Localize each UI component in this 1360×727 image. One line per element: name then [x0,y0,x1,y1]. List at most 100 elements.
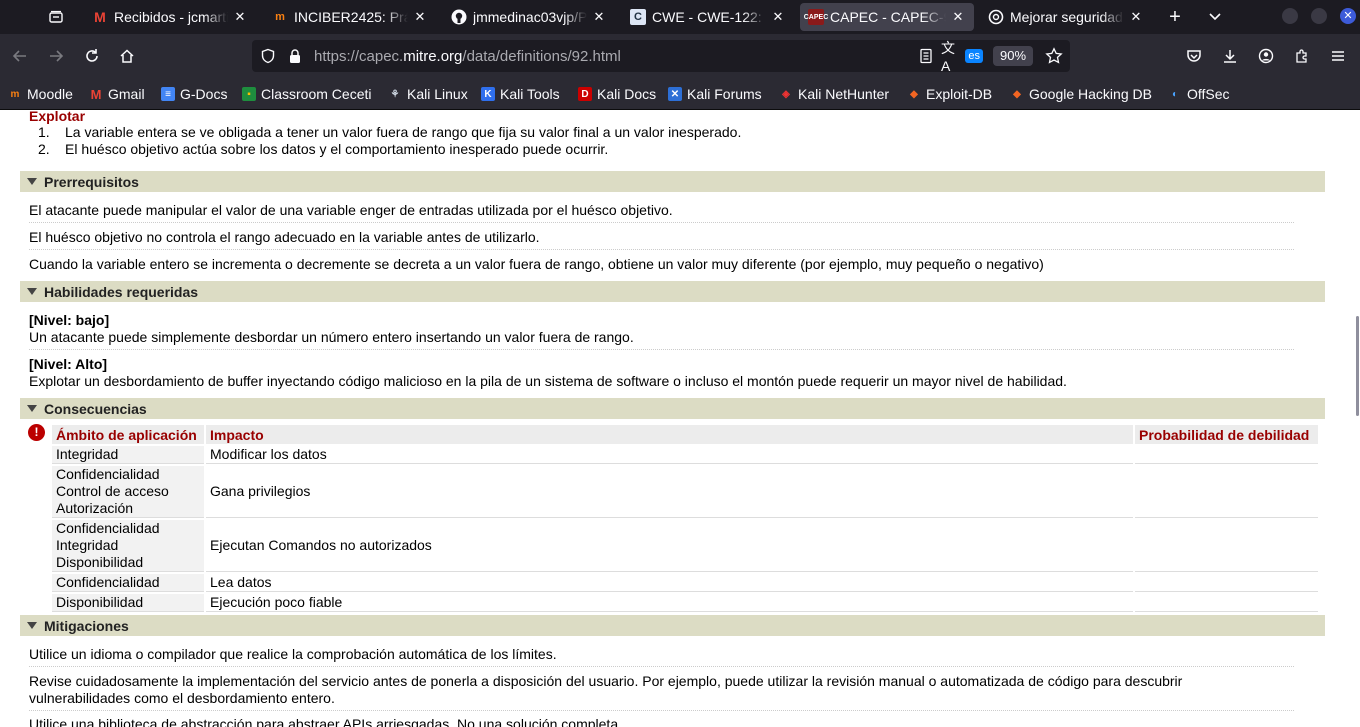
close-tab-icon[interactable]: ✕ [950,9,966,25]
cwe-icon: C [630,9,646,25]
scope-value: Integridad [56,537,119,553]
section-mitigaciones-header[interactable]: Mitigaciones [20,615,1325,636]
back-icon[interactable] [8,44,32,68]
impact-cell: Lea datos [206,574,1133,592]
bookmark-label: Moodle [27,86,73,102]
google-docs-icon: ≡ [161,87,175,101]
tab-inciber[interactable]: m INCIBER2425: Prác ✕ [264,3,436,31]
impact-cell: Ejecutan Comandos no autorizados [206,520,1133,572]
skill-description: Explotar un desbordamiento de buffer iny… [29,373,1067,389]
prerequisite-item: El atacante puede manipular el valor de … [29,202,673,218]
url-text[interactable]: https://capec.mitre.org/data/definitions… [314,48,621,65]
step-text: La variable entera se ve obligada a tene… [65,124,742,140]
scope-value: Integridad [56,446,119,462]
tab-chatgpt[interactable]: Mejorar seguridad ✕ [980,3,1152,31]
impact-cell: Ejecución poco fiable [206,594,1133,612]
close-window-icon[interactable]: ✕ [1340,8,1356,24]
step-number: 1. [38,124,50,140]
step-number: 2. [38,141,50,157]
forward-icon[interactable] [44,44,68,68]
list-all-tabs-icon[interactable] [1202,5,1228,29]
minimize-window-icon[interactable] [1282,8,1298,24]
github-icon [451,9,467,25]
step-text: El huésco objetivo actúa sobre los datos… [65,141,609,157]
moodle-icon: m [10,88,20,100]
bookmark-kali-docs[interactable]: D Kali Docs [578,86,656,102]
capec-icon: CAPEC [804,9,828,25]
pocket-icon[interactable] [1182,44,1206,68]
account-icon[interactable] [1254,44,1278,68]
maximize-window-icon[interactable] [1311,8,1327,24]
likelihood-cell [1135,446,1318,464]
bookmark-label: Exploit-DB [926,86,993,102]
collapse-arrow-icon [27,178,37,185]
bookmark-moodle[interactable]: m Moodle [8,86,73,102]
extensions-icon[interactable] [1290,44,1314,68]
divider [29,666,1294,667]
section-prerrequisitos-header[interactable]: Prerrequisitos [20,171,1325,192]
bookmark-gmail[interactable]: M Gmail [89,86,145,102]
divider [29,710,1294,711]
bookmark-kali-forums[interactable]: ✕ Kali Forums [668,86,762,102]
ghdb-icon: ◆ [1013,88,1021,100]
bookmark-label: G-Docs [180,86,228,102]
table-row: Confidencialidad Integridad Disponibilid… [52,520,1318,572]
tab-capec[interactable]: CAPEC CAPEC - CAPEC-92 ✕ [800,3,974,31]
section-habilidades-header[interactable]: Habilidades requeridas [20,281,1325,302]
translate-icon: 文A [941,40,955,74]
bookmark-kali-tools[interactable]: K Kali Tools [481,86,560,102]
likelihood-cell [1135,594,1318,612]
url-prefix: https://capec. [314,48,404,65]
impact-cell: Modificar los datos [206,446,1133,464]
section-consecuencias-header[interactable]: Consecuencias [20,398,1325,419]
offsec-icon: ◐ [1171,88,1179,100]
menu-icon[interactable] [1326,44,1350,68]
scope-value: Control de acceso [56,483,169,499]
scope-cell: Confidencialidad Integridad Disponibilid… [52,520,204,572]
tracking-protection-icon[interactable] [260,48,276,67]
likelihood-cell [1135,520,1318,572]
close-tab-icon[interactable]: ✕ [412,9,428,25]
tab-overview-icon[interactable] [43,5,69,29]
scope-cell: Confidencialidad Control de acceso Autor… [52,466,204,518]
vertical-scrollbar[interactable] [1356,316,1359,416]
bookmark-google-hacking-db[interactable]: ◆ Google Hacking DB [1010,86,1152,102]
close-tab-icon[interactable]: ✕ [1128,9,1144,25]
scope-value: Disponibilidad [56,554,144,570]
tab-label: jmmedinac03vjp/P [473,9,587,25]
url-path: /data/definitions/92.html [462,48,621,65]
close-tab-icon[interactable]: ✕ [591,9,607,25]
bookmark-star-icon[interactable] [1045,47,1063,68]
section-title: Mitigaciones [44,617,129,634]
home-icon[interactable] [115,44,139,68]
tab-github[interactable]: jmmedinac03vjp/P ✕ [443,3,615,31]
bookmark-kali-nethunter[interactable]: ◈ Kali NetHunter [779,86,889,102]
bookmark-classroom[interactable]: ▪ Classroom Ceceti [242,86,371,102]
column-header-impact: Impacto [206,425,1133,444]
lock-icon[interactable] [288,48,302,67]
tab-cwe[interactable]: C CWE - CWE-122: H ✕ [622,3,794,31]
table-row: Integridad Modificar los datos [52,446,1318,464]
gmail-icon: M [90,86,102,102]
close-tab-icon[interactable]: ✕ [770,9,786,25]
bookmark-gdocs[interactable]: ≡ G-Docs [161,86,227,102]
skill-description: Un atacante puede simplemente desbordar … [29,329,634,345]
close-tab-icon[interactable]: ✕ [232,9,248,25]
bookmark-offsec[interactable]: ◐ OffSec [1168,86,1230,102]
bookmark-exploit-db[interactable]: ◆ Exploit-DB [907,86,992,102]
kali-docs-icon: D [578,87,592,101]
downloads-icon[interactable] [1218,44,1242,68]
divider [29,249,1294,250]
new-tab-icon[interactable]: + [1162,5,1188,29]
zoom-reset-button[interactable]: 90% [993,46,1033,66]
warning-icon: ! [28,424,45,441]
consequences-table: Ámbito de aplicación Impacto Probabilida… [50,423,1320,614]
tab-gmail[interactable]: M Recibidos - jcmarti ✕ [84,3,256,31]
reload-icon[interactable] [80,44,104,68]
bookmark-label: Kali Tools [500,86,560,102]
bookmark-kali-linux[interactable]: ⚘ Kali Linux [388,86,468,102]
translate-button[interactable]: 文A es [941,40,983,74]
bookmark-label: Kali Linux [407,86,468,102]
reader-view-icon[interactable] [918,48,934,67]
url-bar[interactable]: https://capec.mitre.org/data/definitions… [252,40,1070,74]
